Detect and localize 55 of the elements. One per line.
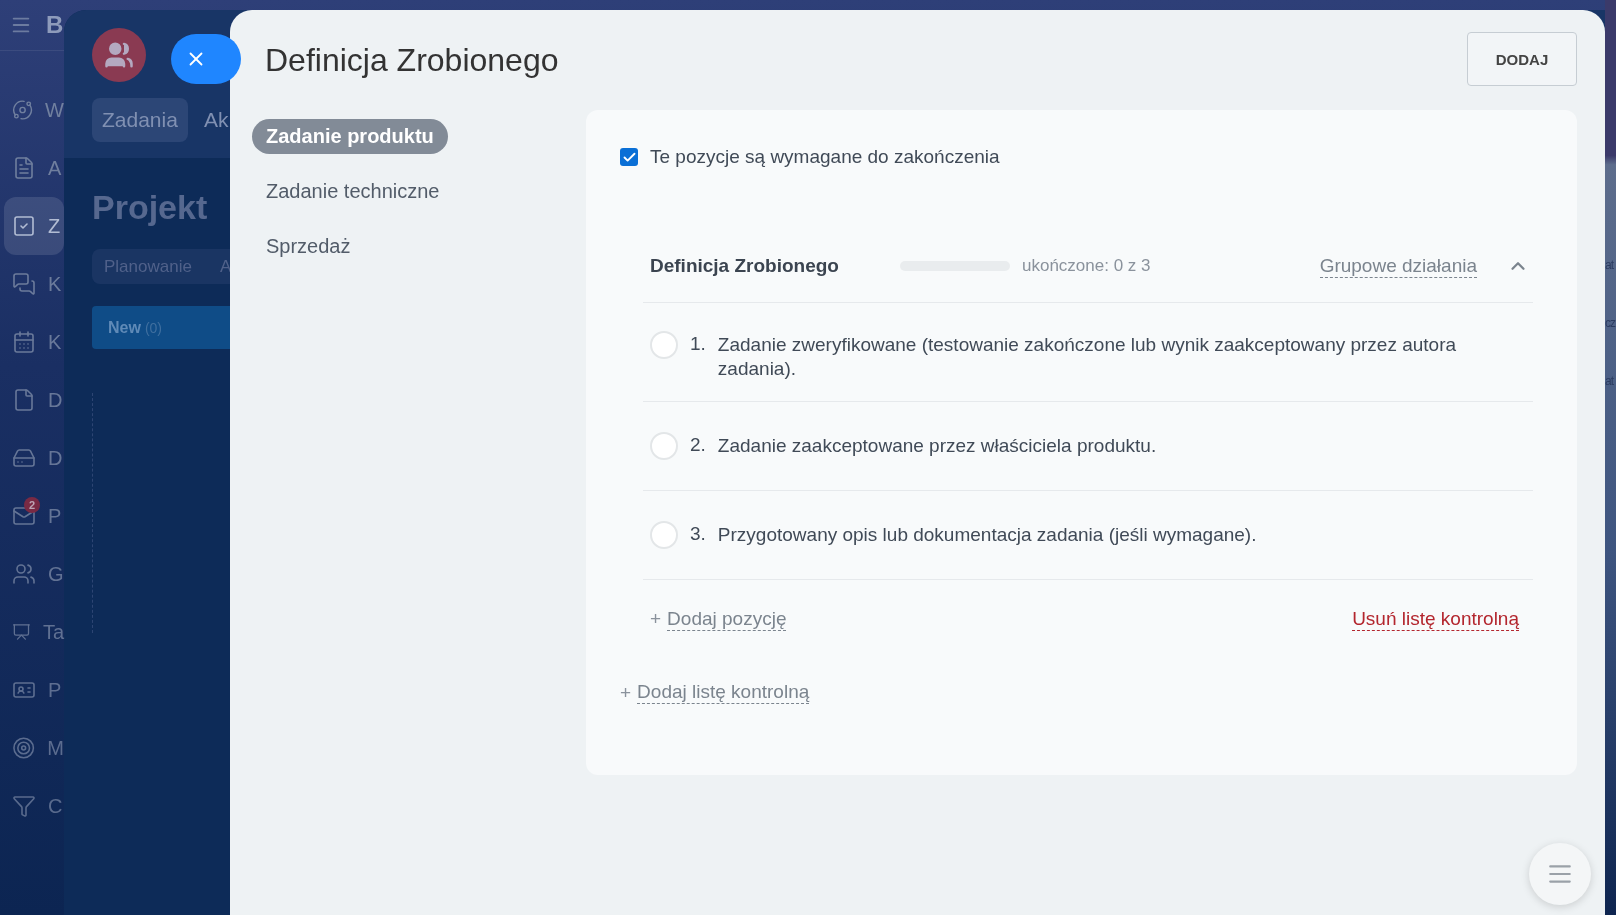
plus-sign: + [620, 681, 632, 704]
column-title: New [108, 318, 141, 337]
delete-checklist-link[interactable]: Usuń listę kontrolną [1352, 608, 1519, 631]
page-title: Projekt [92, 188, 208, 227]
sidebar-item[interactable]: A [4, 139, 64, 197]
sidebar-item[interactable]: G [4, 545, 64, 603]
sidebar-item[interactable]: D [4, 429, 64, 487]
nav-item[interactable]: Sprzedaż [252, 229, 365, 264]
add-button[interactable]: DODAJ [1467, 32, 1577, 86]
network-icon [12, 98, 34, 122]
progress-text: ukończone: 0 z 3 [1022, 256, 1152, 276]
sidebar-item[interactable]: Ta [4, 603, 64, 661]
checklist-item-text: Zadanie zweryfikowane (testowanie zakończone lub wynik zaakceptowany przez autora zadania). [717, 333, 1458, 381]
add-checklist-link[interactable]: Dodaj listę kontrolną [637, 681, 810, 704]
checklist-item-text: Zadanie zaakceptowane przez właściciela produktu. [717, 434, 1157, 458]
check-circle[interactable] [650, 432, 678, 460]
chat-icon [12, 272, 36, 296]
document-icon [12, 156, 36, 180]
check-circle[interactable] [650, 331, 678, 359]
logo: B [46, 11, 64, 39]
checkbox-label: Te pozycje są wymagane do zakończenia [650, 146, 1000, 168]
checkbox-icon [12, 214, 36, 238]
sidebar-item[interactable]: Z [4, 197, 64, 255]
calendar-icon [12, 330, 36, 354]
tab[interactable]: Zadania [92, 98, 188, 142]
nav-item[interactable]: Zadanie techniczne [252, 174, 454, 209]
modal-title: Definicja Zrobionego [264, 41, 560, 79]
count-badge: 2 [24, 497, 40, 513]
checklist-title: Definicja Zrobionego [650, 255, 840, 277]
item-number: 1. [690, 333, 706, 355]
sidebar-item[interactable]: D [4, 371, 64, 429]
sidebar-item[interactable]: M [4, 719, 64, 777]
menu-button[interactable] [1529, 843, 1591, 905]
sidebar-item[interactable]: K [4, 313, 64, 371]
checklist-item-text: Przygotowany opis lub dokumentacja zadania (jeśli wymagane). [717, 523, 1257, 547]
item-number: 3. [690, 523, 706, 545]
target-icon [12, 736, 36, 760]
nav-item[interactable]: Zadanie produktu [252, 119, 448, 154]
check-circle[interactable] [650, 521, 678, 549]
plus-sign: + [650, 608, 662, 631]
group-actions-link[interactable]: Grupowe działania [1319, 254, 1477, 278]
item-number: 2. [690, 434, 706, 456]
checkbox[interactable] [620, 148, 638, 166]
group-avatar [92, 28, 146, 82]
add-item-link[interactable]: Dodaj pozycję [667, 608, 787, 631]
sidebar-item[interactable]: K [4, 255, 64, 313]
sidebar-item[interactable]: W [4, 81, 64, 139]
drive-icon [12, 446, 36, 470]
filter-icon [12, 794, 36, 818]
sidebar-item[interactable]: C [4, 777, 64, 835]
sidebar-item[interactable]: P [4, 661, 64, 719]
people-icon [12, 562, 36, 586]
tab[interactable]: Ak [203, 98, 229, 142]
sidebar-item[interactable]: 2 P [4, 487, 64, 545]
file-icon [12, 388, 36, 412]
